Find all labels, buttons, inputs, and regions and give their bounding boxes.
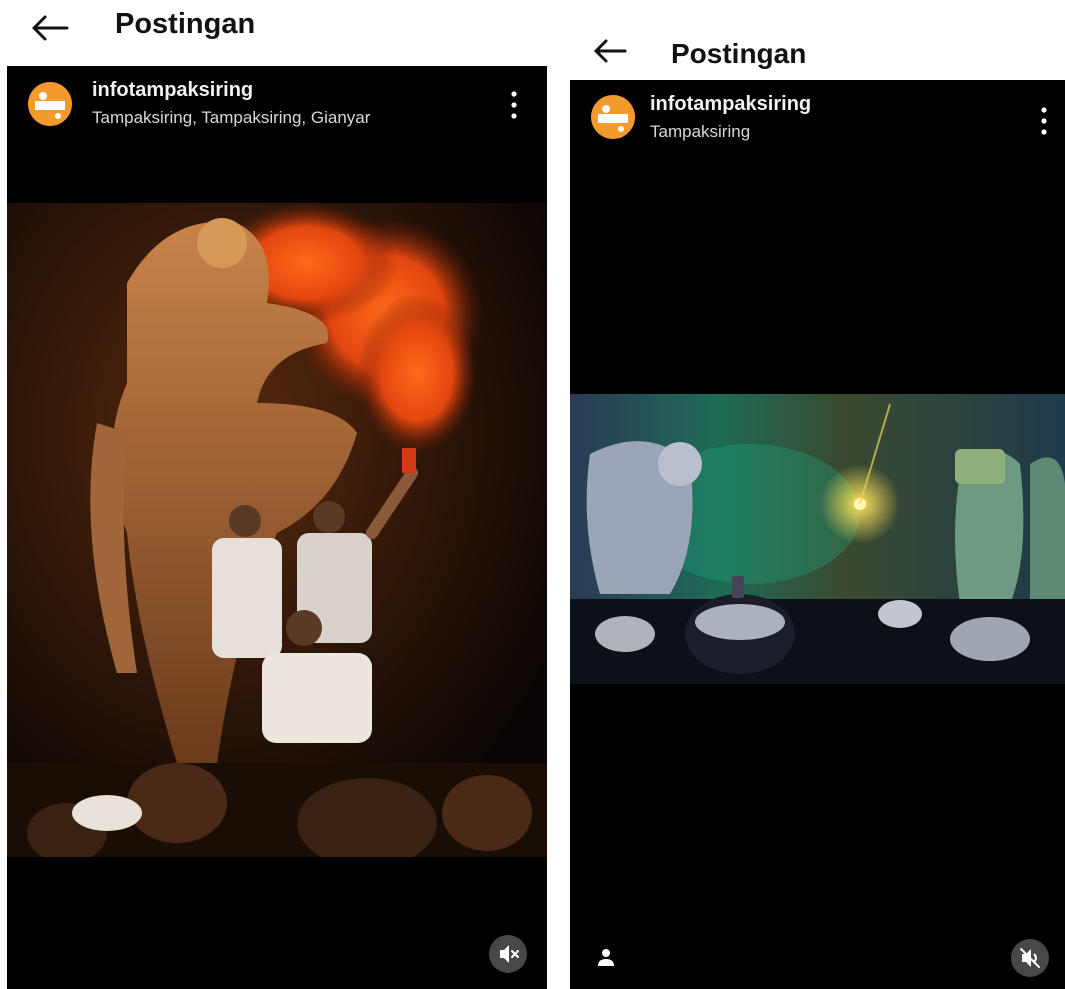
back-arrow-icon[interactable] [592, 38, 628, 64]
page-title: Postingan [671, 38, 807, 69]
post-card: infotampaksiring Tampaksiring, Tampaksir… [7, 66, 547, 989]
back-arrow-icon[interactable] [30, 14, 70, 42]
muted-speaker-icon[interactable] [489, 935, 527, 973]
person-icon[interactable] [596, 947, 616, 967]
post-header: infotampaksiring Tampaksiring, Tampaksir… [7, 66, 547, 166]
avatar[interactable] [591, 95, 635, 139]
top-bar: Postingan [570, 14, 1065, 69]
post-location[interactable]: Tampaksiring [650, 122, 750, 142]
post-photo[interactable] [7, 203, 547, 857]
post-header: infotampaksiring Tampaksiring [570, 80, 1065, 180]
more-vertical-icon[interactable] [509, 90, 519, 120]
muted-speaker-icon[interactable] [1011, 939, 1049, 977]
avatar[interactable] [28, 82, 72, 126]
top-bar: Postingan [0, 0, 548, 66]
more-vertical-icon[interactable] [1039, 106, 1049, 136]
username[interactable]: infotampaksiring [92, 79, 253, 102]
username[interactable]: infotampaksiring [650, 93, 811, 116]
post-video[interactable] [570, 394, 1065, 684]
left-post-screen: Postingan infotampaksiring Tampaksiring,… [0, 0, 548, 989]
post-card: infotampaksiring Tampaksiring [570, 80, 1065, 989]
right-post-screen: Postingan infotampaksiring Tampaksiring [570, 0, 1065, 989]
post-location[interactable]: Tampaksiring, Tampaksiring, Gianyar [92, 108, 370, 128]
page-title: Postingan [115, 8, 256, 40]
